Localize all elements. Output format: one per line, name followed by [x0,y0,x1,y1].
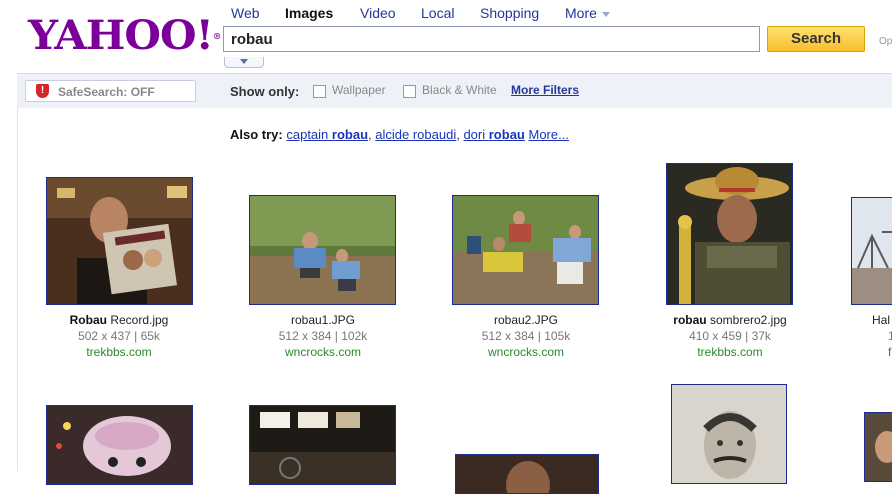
shield-icon: ! [36,84,49,98]
result-site[interactable]: trekbbs.com [640,344,820,360]
nav-video[interactable]: Video [360,5,396,21]
nav-shopping[interactable]: Shopping [480,5,539,21]
more-suggestions-link[interactable]: More... [529,127,569,142]
result-thumbnail[interactable] [455,454,599,494]
result-image [852,198,892,304]
result-thumbnail[interactable] [671,384,787,484]
suggestion-link[interactable]: captain robau [286,127,368,142]
result-image [456,455,598,493]
chevron-down-icon [240,59,248,64]
chevron-down-icon [601,11,610,17]
result-thumbnail[interactable] [452,195,599,305]
nav-local[interactable]: Local [421,5,454,21]
result-caption: Robau Record.jpg 502 x 437 | 65k trekbbs… [29,312,209,360]
result-image [250,196,395,304]
nav-web[interactable]: Web [231,5,260,21]
black-white-checkbox[interactable] [403,85,416,98]
suggestion-link[interactable]: alcide robaudi [375,127,456,142]
result-caption: robau2.JPG 512 x 384 | 105k wncrocks.com [436,312,616,360]
result-title[interactable]: robau2.JPG [436,312,616,328]
result-meta: 512 x 384 | 105k [481,329,571,343]
options-link[interactable]: Op [879,36,892,47]
nav-more[interactable]: More [565,5,610,21]
also-try-label: Also try: [230,127,283,142]
result-image [453,196,598,304]
result-title[interactable]: Robau Record.jpg [29,312,209,328]
result-site[interactable]: trekbbs.com [29,344,209,360]
result-title[interactable]: robau1.JPG [233,312,413,328]
safesearch-label: SafeSearch: OFF [58,85,155,99]
result-caption: robau1.JPG 512 x 384 | 102k wncrocks.com [233,312,413,360]
result-site[interactable]: wncrocks.com [233,344,413,360]
more-filters-link[interactable]: More Filters [511,83,579,97]
search-input[interactable] [223,26,760,52]
result-thumbnail[interactable] [851,197,892,305]
result-caption: Hal 1 f [842,312,892,360]
result-title[interactable]: robau sombrero2.jpg [640,312,820,328]
result-meta: 512 x 384 | 102k [278,329,368,343]
suggestion-link[interactable]: dori robau [463,127,524,142]
result-meta: 410 x 459 | 37k [689,329,771,343]
result-thumbnail[interactable] [46,177,193,305]
safesearch-button[interactable]: ! SafeSearch: OFF [25,80,196,102]
result-site[interactable]: wncrocks.com [436,344,616,360]
result-image [865,413,892,481]
black-white-label[interactable]: Black & White [422,83,497,97]
divider [17,107,18,471]
result-image [667,164,792,304]
show-only-label: Show only: [230,84,300,99]
wallpaper-label[interactable]: Wallpaper [332,83,386,97]
result-meta: 502 x 437 | 65k [78,329,160,343]
result-thumbnail[interactable] [46,405,193,485]
result-thumbnail[interactable] [249,195,396,305]
wallpaper-checkbox[interactable] [313,85,326,98]
result-image [47,178,192,304]
search-button[interactable]: Search [767,26,865,52]
also-try-bar: Also try: captain robau, alcide robaudi,… [230,127,569,142]
result-caption: robau sombrero2.jpg 410 x 459 | 37k trek… [640,312,820,360]
result-title[interactable]: Hal [842,312,892,328]
result-image [47,406,192,484]
result-image [672,385,786,483]
result-thumbnail[interactable] [249,405,396,485]
result-thumbnail[interactable] [666,163,793,305]
result-thumbnail[interactable] [864,412,892,482]
yahoo-logo[interactable]: YAHOO!® [28,14,221,58]
search-assist-toggle[interactable] [224,57,264,68]
result-image [250,406,395,484]
result-meta: 1 [888,329,892,343]
result-site[interactable]: f [842,344,892,360]
nav-images[interactable]: Images [285,5,333,21]
